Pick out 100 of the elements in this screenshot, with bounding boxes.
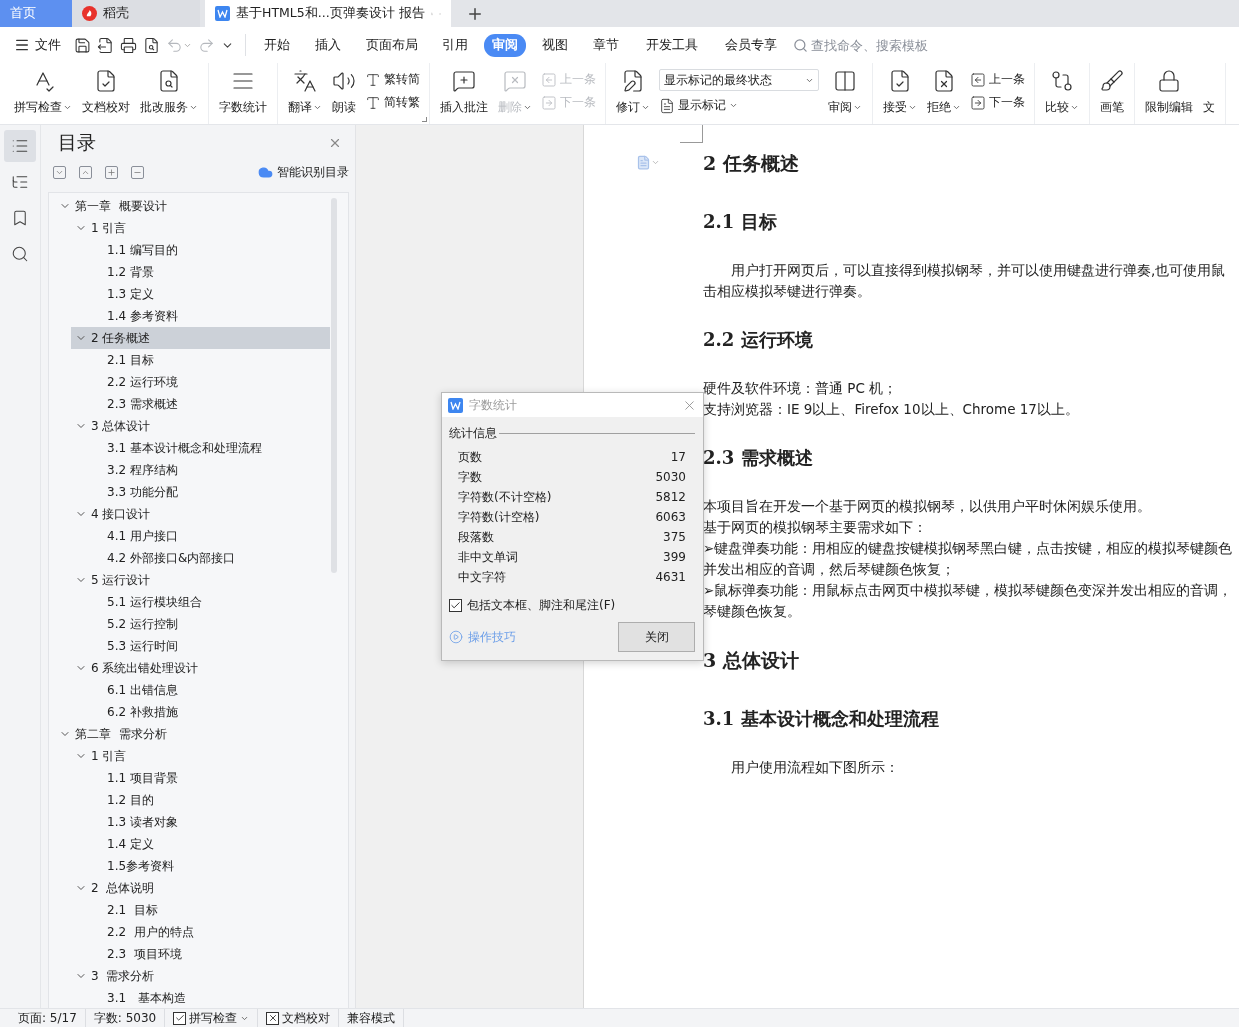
include-checkbox[interactable]: 包括文本框、脚注和尾注(F)	[449, 597, 695, 614]
toc-item[interactable]: 1.1 编写目的	[71, 239, 330, 261]
toc-item[interactable]: 5.3 运行时间	[71, 635, 330, 657]
document-icon[interactable]	[636, 155, 660, 170]
toc-item[interactable]: 3.1 基本构造	[71, 987, 330, 1008]
close-button[interactable]	[328, 136, 342, 150]
toc-item[interactable]: 6 系统出错处理设计	[71, 657, 330, 679]
toc-item[interactable]: 1 引言	[71, 217, 330, 239]
toc-item[interactable]: 3.1 基本设计概念和处理流程	[71, 437, 330, 459]
document-check-icon	[94, 69, 118, 93]
status-button[interactable]: 文档校对	[258, 1009, 340, 1027]
toc-item[interactable]: 1.4 参考资料	[71, 305, 330, 327]
toc-item[interactable]: 3 总体设计	[71, 415, 330, 437]
ribbon-button[interactable]: 翻译	[283, 65, 327, 124]
app-tab[interactable]: 基于HTML5和...页弹奏设计 报告	[205, 0, 451, 27]
expand-all-button[interactable]	[53, 165, 66, 179]
ribbon-tab[interactable]: 章节	[585, 33, 627, 57]
toc-item[interactable]: 1.5参考资料	[71, 855, 330, 877]
toc-item[interactable]: 3 需求分析	[71, 965, 330, 987]
panel-title: 目录	[58, 130, 96, 155]
toc-item[interactable]: 3.2 程序结构	[71, 459, 330, 481]
toc-item[interactable]: 6.2 补救措施	[71, 701, 330, 723]
toc-item[interactable]: 2.2 运行环境	[71, 371, 330, 393]
translate-icon	[293, 69, 317, 93]
toc-item[interactable]: 2.3 需求概述	[71, 393, 330, 415]
columns-icon	[833, 69, 857, 93]
next-icon	[970, 94, 986, 111]
ribbon-button[interactable]: 限制编辑	[1140, 65, 1198, 124]
stat-label: 字数	[458, 468, 482, 486]
toc-item[interactable]: 3.3 功能分配	[71, 481, 330, 503]
toc-item[interactable]: 2.3 项目环境	[71, 943, 330, 965]
dropdown-caret-icon	[729, 101, 738, 110]
outline-icon	[11, 173, 29, 191]
checkmark-icon	[174, 1013, 185, 1023]
ribbon-button[interactable]: 字数统计	[214, 65, 272, 124]
ribbon-tab[interactable]: 页面布局	[358, 33, 426, 57]
toc-item[interactable]: 2 任务概述	[71, 327, 330, 349]
ribbon-button[interactable]: 朗读	[327, 65, 361, 124]
add-level-button[interactable]	[105, 165, 118, 179]
ribbon-button[interactable]: 修订	[611, 65, 655, 124]
smart-toc-button[interactable]: 智能识别目录	[258, 163, 349, 181]
toc-item[interactable]: 1.3 定义	[71, 283, 330, 305]
toc-item[interactable]: 4 接口设计	[71, 503, 330, 525]
toc-item[interactable]: 2 总体说明	[71, 877, 330, 899]
x-box-icon	[267, 1013, 278, 1023]
toc-item[interactable]: 2.1 目标	[71, 899, 330, 921]
ribbon-tab[interactable]: 插入	[307, 33, 349, 57]
ribbon-button[interactable]: 文档校对	[77, 65, 135, 124]
toc-item[interactable]: 5.1 运行模块组合	[71, 591, 330, 613]
menu-icon	[14, 37, 30, 53]
toc-item[interactable]: 2.2 用户的特点	[71, 921, 330, 943]
ribbon-button[interactable]: 拼写检查	[9, 65, 77, 124]
toc-item[interactable]: 4.1 用户接口	[71, 525, 330, 547]
ribbon-small-button[interactable]: 显示标记	[659, 97, 819, 114]
ribbon-button[interactable]: 插入批注	[435, 65, 493, 124]
toc-item[interactable]: 第二章 需求分析	[49, 723, 330, 745]
ribbon-small-button[interactable]: 繁转简	[365, 71, 420, 88]
toc-item[interactable]: 第一章 概要设计	[49, 195, 330, 217]
text-convert-icon	[365, 94, 381, 111]
ribbon-button[interactable]: 拒绝	[922, 65, 966, 124]
toc-item[interactable]: 1 引言	[71, 745, 330, 767]
toc-item[interactable]: 1.1 项目背景	[71, 767, 330, 789]
toc-item[interactable]: 5 运行设计	[71, 569, 330, 591]
file-menu-button[interactable]: 文件	[14, 36, 61, 54]
ribbon-button[interactable]: 批改服务	[135, 65, 203, 124]
bookmark-icon	[11, 209, 29, 227]
toc-item[interactable]: 2.1 目标	[71, 349, 330, 371]
nav-rail-button[interactable]	[4, 130, 36, 162]
markup-dropdown[interactable]: 显示标记的最终状态	[659, 69, 819, 91]
app-tab[interactable]: 稻壳	[72, 0, 200, 27]
ribbon-small-button[interactable]: 上一条	[970, 71, 1025, 88]
dialog-launcher-icon[interactable]	[422, 117, 427, 122]
close-button[interactable]: 关闭	[618, 622, 695, 652]
toc-item[interactable]: 1.3 读者对象	[71, 811, 330, 833]
body-text-line: 本项目旨在开发一个基于网页的模拟钢琴，以供用户平时休闲娱乐使用。	[703, 497, 1152, 516]
ribbon-small-button[interactable]: 下一条	[970, 94, 1025, 111]
toc-item[interactable]: 5.2 运行控制	[71, 613, 330, 635]
ribbon-tab[interactable]: 开始	[256, 33, 298, 57]
dropdown-caret-icon	[1070, 103, 1079, 112]
ribbon-button[interactable]: 文	[1198, 65, 1220, 124]
remove-level-button[interactable]	[131, 165, 144, 179]
ribbon-tab[interactable]: 开发工具	[638, 33, 706, 57]
previous-icon	[970, 71, 986, 88]
collapse-all-button[interactable]	[79, 165, 92, 179]
toc-item[interactable]: 1.4 定义	[71, 833, 330, 855]
toc-item[interactable]: 1.2 目的	[71, 789, 330, 811]
ribbon-tab[interactable]: 引用	[434, 33, 476, 57]
ribbon-button[interactable]: 接受	[878, 65, 922, 124]
ribbon-small-button[interactable]: 简转繁	[365, 94, 420, 111]
ribbon-button[interactable]: 比较	[1040, 65, 1084, 124]
toc-item[interactable]: 1.2 背景	[71, 261, 330, 283]
ribbon-button[interactable]: 审阅	[823, 65, 867, 124]
scrollbar-thumb[interactable]	[331, 198, 337, 573]
status-toggle[interactable]: 拼写检查	[165, 1009, 259, 1027]
ribbon-tab[interactable]: 会员专享	[717, 33, 785, 57]
ribbon-button[interactable]: 画笔	[1095, 65, 1129, 124]
ribbon-tab[interactable]: 视图	[534, 33, 576, 57]
toc-item[interactable]: 6.1 出错信息	[71, 679, 330, 701]
stat-value: 399	[663, 550, 686, 564]
toc-item[interactable]: 4.2 外部接口&内部接口	[71, 547, 330, 569]
